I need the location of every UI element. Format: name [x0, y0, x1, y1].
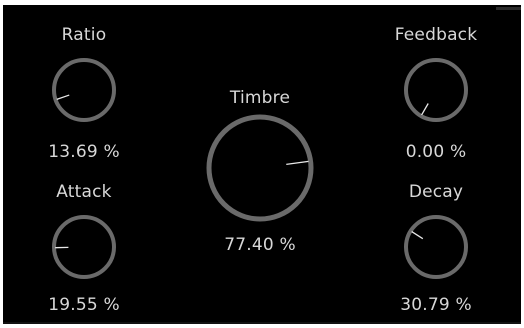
panel-bottom-edge	[3, 322, 521, 324]
feedback-label: Feedback	[394, 25, 478, 45]
attack-value: 19.55 %	[48, 295, 120, 315]
decay-value: 30.79 %	[400, 295, 472, 315]
feedback-value: 0.00 %	[405, 142, 467, 162]
decay-label: Decay	[408, 182, 464, 202]
panel-edge-marker	[496, 7, 521, 10]
timbre-label: Timbre	[229, 88, 291, 108]
plugin-panel	[3, 5, 521, 324]
attack-label: Attack	[56, 182, 112, 202]
ratio-value: 13.69 %	[48, 142, 120, 162]
timbre-value: 77.40 %	[224, 235, 296, 255]
ratio-label: Ratio	[61, 25, 107, 45]
